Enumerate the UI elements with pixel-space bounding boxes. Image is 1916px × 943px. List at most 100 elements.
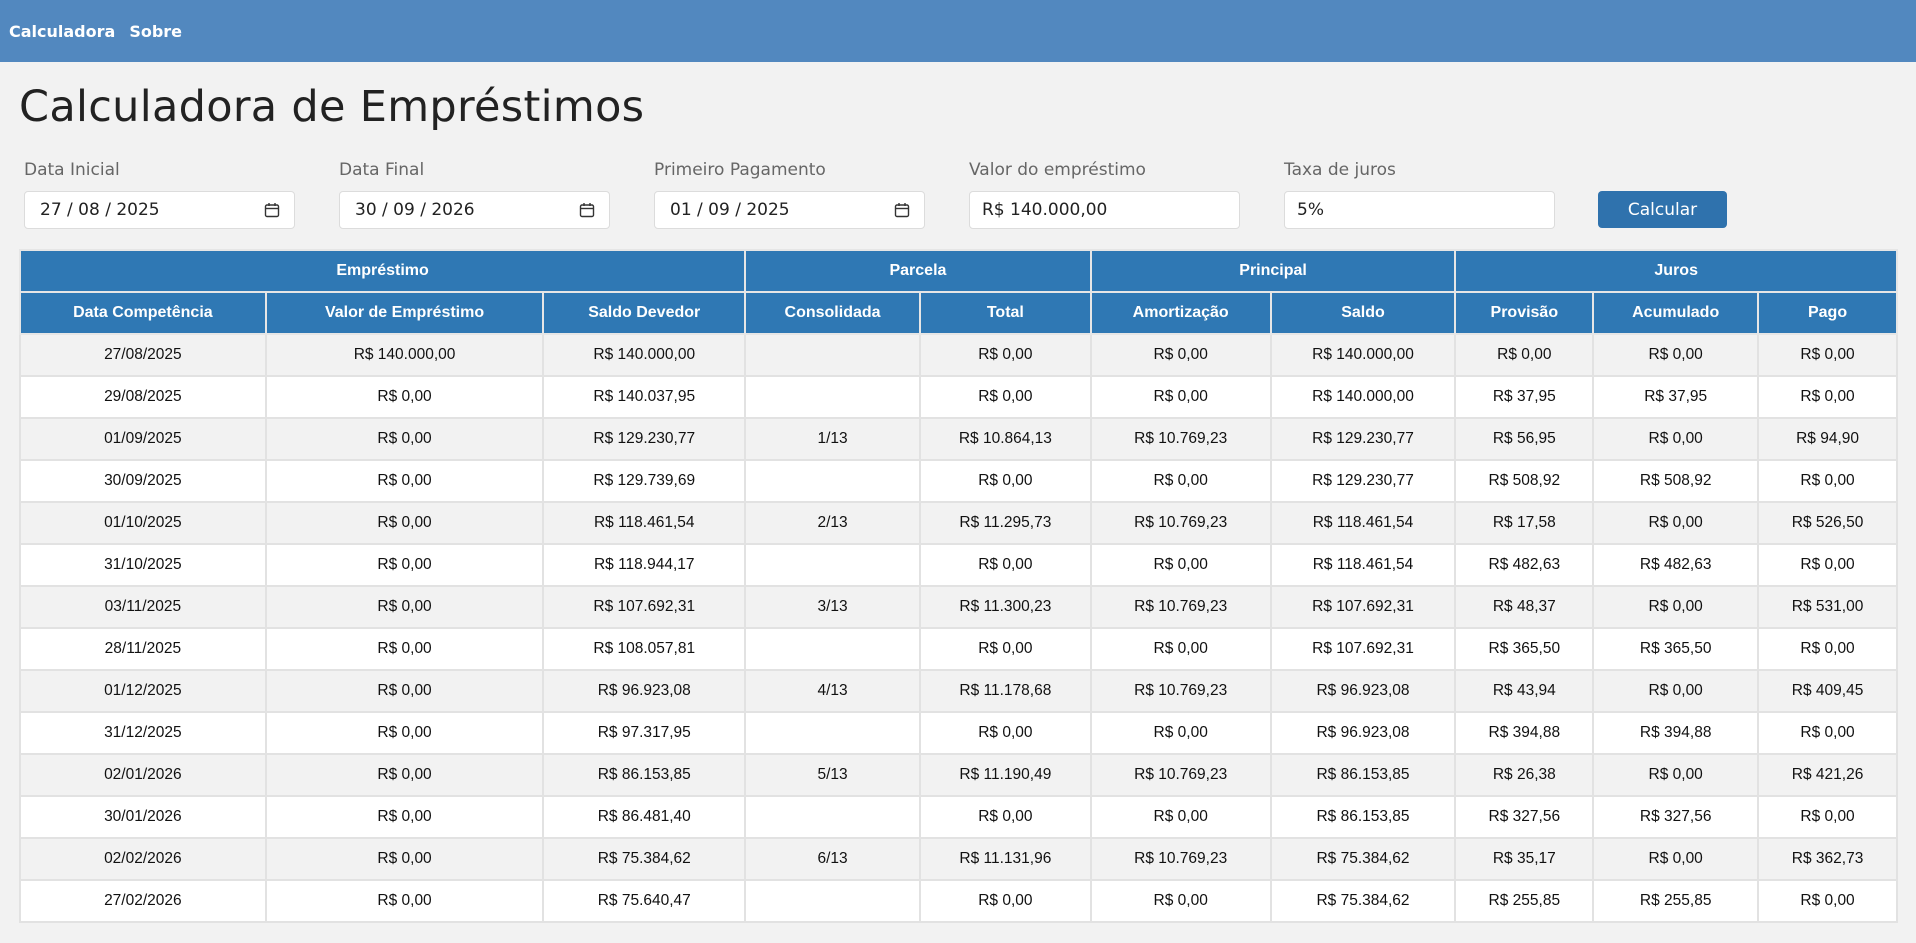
cell-data-competencia: 31/12/2025 xyxy=(19,711,267,755)
cell-saldo-devedor: R$ 118.944,17 xyxy=(542,543,747,587)
calculate-button[interactable]: Calcular xyxy=(1598,191,1727,228)
column-header-amortizacao: Amortização xyxy=(1089,291,1272,335)
cell-valor-de-emprestimo: R$ 140.000,00 xyxy=(264,333,545,377)
cell-provisao: R$ 255,85 xyxy=(1454,879,1595,923)
cell-data-competencia: 31/10/2025 xyxy=(19,543,267,587)
cell-valor-de-emprestimo: R$ 0,00 xyxy=(264,501,545,545)
cell-amortizacao: R$ 10.769,23 xyxy=(1089,669,1272,713)
cell-saldo: R$ 75.384,62 xyxy=(1269,837,1457,881)
cell-data-competencia: 01/10/2025 xyxy=(19,501,267,545)
cell-acumulado: R$ 0,00 xyxy=(1592,501,1760,545)
cell-data-competencia: 27/02/2026 xyxy=(19,879,267,923)
cell-saldo-devedor: R$ 75.384,62 xyxy=(542,837,747,881)
page-title: Calculadora de Empréstimos xyxy=(19,82,645,132)
table-row: 27/02/2026 R$ 0,00 R$ 75.640,47 R$ 0,00 R$ 0… xyxy=(19,879,1898,923)
table-row: 02/02/2026 R$ 0,00 R$ 75.384,62 6/13 R$ 11.1… xyxy=(19,837,1898,881)
cell-consolidada: 6/13 xyxy=(744,837,921,881)
cell-total: R$ 11.300,23 xyxy=(918,585,1092,629)
group-header-principal: Principal xyxy=(1089,249,1457,293)
table-row: 01/10/2025 R$ 0,00 R$ 118.461,54 2/13 R$ 11.… xyxy=(19,501,1898,545)
cell-valor-de-emprestimo: R$ 0,00 xyxy=(264,879,545,923)
cell-valor-de-emprestimo: R$ 0,00 xyxy=(264,837,545,881)
cell-amortizacao: R$ 10.769,23 xyxy=(1089,837,1272,881)
cell-valor-de-emprestimo: R$ 0,00 xyxy=(264,459,545,503)
column-header-saldo: Saldo xyxy=(1269,291,1457,335)
cell-acumulado: R$ 37,95 xyxy=(1592,375,1760,419)
table-row: 30/09/2025 R$ 0,00 R$ 129.739,69 R$ 0,00 R$ … xyxy=(19,459,1898,503)
start-date-input[interactable]: 27 / 08 / 2025 xyxy=(24,191,295,229)
calendar-icon[interactable] xyxy=(579,202,595,218)
cell-acumulado: R$ 365,50 xyxy=(1592,627,1760,671)
nav-link-calculadora[interactable]: Calculadora xyxy=(9,22,115,41)
cell-provisao: R$ 508,92 xyxy=(1454,459,1595,503)
first-payment-input[interactable]: 01 / 09 / 2025 xyxy=(654,191,925,229)
calendar-icon[interactable] xyxy=(264,202,280,218)
cell-acumulado: R$ 0,00 xyxy=(1592,753,1760,797)
cell-pago: R$ 0,00 xyxy=(1757,879,1898,923)
cell-saldo: R$ 140.000,00 xyxy=(1269,375,1457,419)
cell-total: R$ 11.295,73 xyxy=(918,501,1092,545)
cell-saldo-devedor: R$ 129.230,77 xyxy=(542,417,747,461)
cell-pago: R$ 0,00 xyxy=(1757,333,1898,377)
start-date-field: Data Inicial 27 / 08 / 2025 xyxy=(24,160,295,229)
cell-saldo: R$ 118.461,54 xyxy=(1269,543,1457,587)
cell-valor-de-emprestimo: R$ 0,00 xyxy=(264,711,545,755)
navbar: Calculadora Sobre xyxy=(0,0,1916,62)
cell-saldo-devedor: R$ 107.692,31 xyxy=(542,585,747,629)
cell-pago: R$ 0,00 xyxy=(1757,711,1898,755)
table-body: 27/08/2025 R$ 140.000,00 R$ 140.000,00 R$ 0… xyxy=(19,333,1898,923)
cell-acumulado: R$ 0,00 xyxy=(1592,333,1760,377)
cell-amortizacao: R$ 10.769,23 xyxy=(1089,753,1272,797)
cell-amortizacao: R$ 0,00 xyxy=(1089,879,1272,923)
cell-consolidada xyxy=(744,459,921,503)
table-column-header: Data Competência Valor de Empréstimo Saldo… xyxy=(19,291,1898,335)
interest-rate-label: Taxa de juros xyxy=(1284,160,1396,180)
calendar-icon[interactable] xyxy=(894,202,910,218)
cell-consolidada: 3/13 xyxy=(744,585,921,629)
cell-pago: R$ 0,00 xyxy=(1757,459,1898,503)
cell-pago: R$ 421,26 xyxy=(1757,753,1898,797)
cell-total: R$ 0,00 xyxy=(918,543,1092,587)
cell-saldo-devedor: R$ 97.317,95 xyxy=(542,711,747,755)
column-header-pago: Pago xyxy=(1757,291,1898,335)
cell-data-competencia: 02/02/2026 xyxy=(19,837,267,881)
cell-total: R$ 11.131,96 xyxy=(918,837,1092,881)
cell-consolidada xyxy=(744,795,921,839)
cell-data-competencia: 01/09/2025 xyxy=(19,417,267,461)
cell-consolidada xyxy=(744,879,921,923)
start-date-value: 27 / 08 / 2025 xyxy=(40,200,160,220)
loan-amount-value: R$ 140.000,00 xyxy=(982,200,1108,220)
cell-saldo-devedor: R$ 96.923,08 xyxy=(542,669,747,713)
cell-acumulado: R$ 255,85 xyxy=(1592,879,1760,923)
cell-acumulado: R$ 0,00 xyxy=(1592,669,1760,713)
cell-acumulado: R$ 508,92 xyxy=(1592,459,1760,503)
cell-valor-de-emprestimo: R$ 0,00 xyxy=(264,585,545,629)
cell-total: R$ 0,00 xyxy=(918,795,1092,839)
table-row: 01/12/2025 R$ 0,00 R$ 96.923,08 4/13 R$ 11.1… xyxy=(19,669,1898,713)
table-row: 27/08/2025 R$ 140.000,00 R$ 140.000,00 R$ 0… xyxy=(19,333,1898,377)
table-row: 31/12/2025 R$ 0,00 R$ 97.317,95 R$ 0,00 R$ 0… xyxy=(19,711,1898,755)
cell-provisao: R$ 0,00 xyxy=(1454,333,1595,377)
cell-data-competencia: 03/11/2025 xyxy=(19,585,267,629)
column-header-provisao: Provisão xyxy=(1454,291,1595,335)
cell-valor-de-emprestimo: R$ 0,00 xyxy=(264,669,545,713)
cell-valor-de-emprestimo: R$ 0,00 xyxy=(264,417,545,461)
column-header-data-competencia: Data Competência xyxy=(19,291,267,335)
first-payment-label: Primeiro Pagamento xyxy=(654,160,826,180)
cell-amortizacao: R$ 10.769,23 xyxy=(1089,417,1272,461)
nav-link-sobre[interactable]: Sobre xyxy=(129,22,182,41)
end-date-input[interactable]: 30 / 09 / 2026 xyxy=(339,191,610,229)
cell-saldo-devedor: R$ 86.481,40 xyxy=(542,795,747,839)
loan-amount-input[interactable]: R$ 140.000,00 xyxy=(969,191,1240,229)
loan-form: Data Inicial 27 / 08 / 2025 Data Final 3… xyxy=(24,160,1727,229)
cell-amortizacao: R$ 0,00 xyxy=(1089,711,1272,755)
column-header-acumulado: Acumulado xyxy=(1592,291,1760,335)
cell-acumulado: R$ 327,56 xyxy=(1592,795,1760,839)
group-header-juros: Juros xyxy=(1454,249,1898,293)
cell-provisao: R$ 17,58 xyxy=(1454,501,1595,545)
cell-total: R$ 11.190,49 xyxy=(918,753,1092,797)
interest-rate-value: 5% xyxy=(1297,200,1324,220)
amortization-table: Empréstimo Parcela Principal Juros Data Com… xyxy=(18,249,1898,923)
interest-rate-input[interactable]: 5% xyxy=(1284,191,1555,229)
cell-pago: R$ 0,00 xyxy=(1757,627,1898,671)
